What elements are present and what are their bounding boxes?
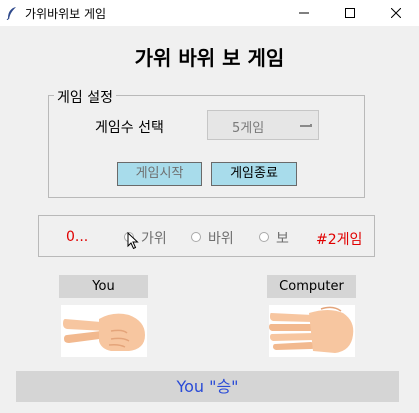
game-count-label: 게임수 선택 [95, 120, 164, 136]
settings-legend: 게임 설정 [54, 87, 116, 107]
computer-label: Computer [267, 275, 356, 298]
radio-paper[interactable] [259, 232, 269, 242]
maximize-button[interactable] [327, 0, 373, 26]
you-hand-image [61, 305, 147, 357]
paper-hand-icon [269, 306, 354, 353]
mouse-cursor-icon [127, 231, 139, 254]
result-bar: You "승" [16, 371, 399, 402]
radio-scissors-label[interactable]: 가위 [141, 228, 167, 248]
radio-rock-label[interactable]: 바위 [208, 228, 234, 248]
game-count-value: 5게임 [232, 121, 265, 136]
minimize-button[interactable] [281, 0, 327, 26]
title-bar: 가위바위보 게임 [0, 0, 419, 26]
close-button[interactable] [373, 0, 419, 26]
page-title: 가위 바위 보 게임 [134, 46, 285, 70]
maximize-icon [345, 8, 355, 18]
dropdown-arrow-icon [300, 124, 312, 127]
minimize-icon [299, 12, 309, 14]
feather-icon [6, 5, 18, 24]
you-label: You [59, 275, 148, 298]
start-game-button[interactable]: 게임시작 [117, 162, 202, 186]
round-text: #2게임 [316, 232, 363, 248]
computer-hand-image [269, 305, 355, 357]
score-text: 0... [66, 229, 89, 245]
close-icon [391, 8, 401, 18]
radio-paper-label[interactable]: 보 [276, 228, 289, 248]
exit-game-button[interactable]: 게임종료 [211, 162, 297, 186]
game-count-select[interactable]: 5게임 [207, 110, 319, 140]
window-title: 가위바위보 게임 [25, 7, 107, 21]
scissors-hand-icon [63, 313, 145, 351]
radio-rock[interactable] [191, 232, 201, 242]
